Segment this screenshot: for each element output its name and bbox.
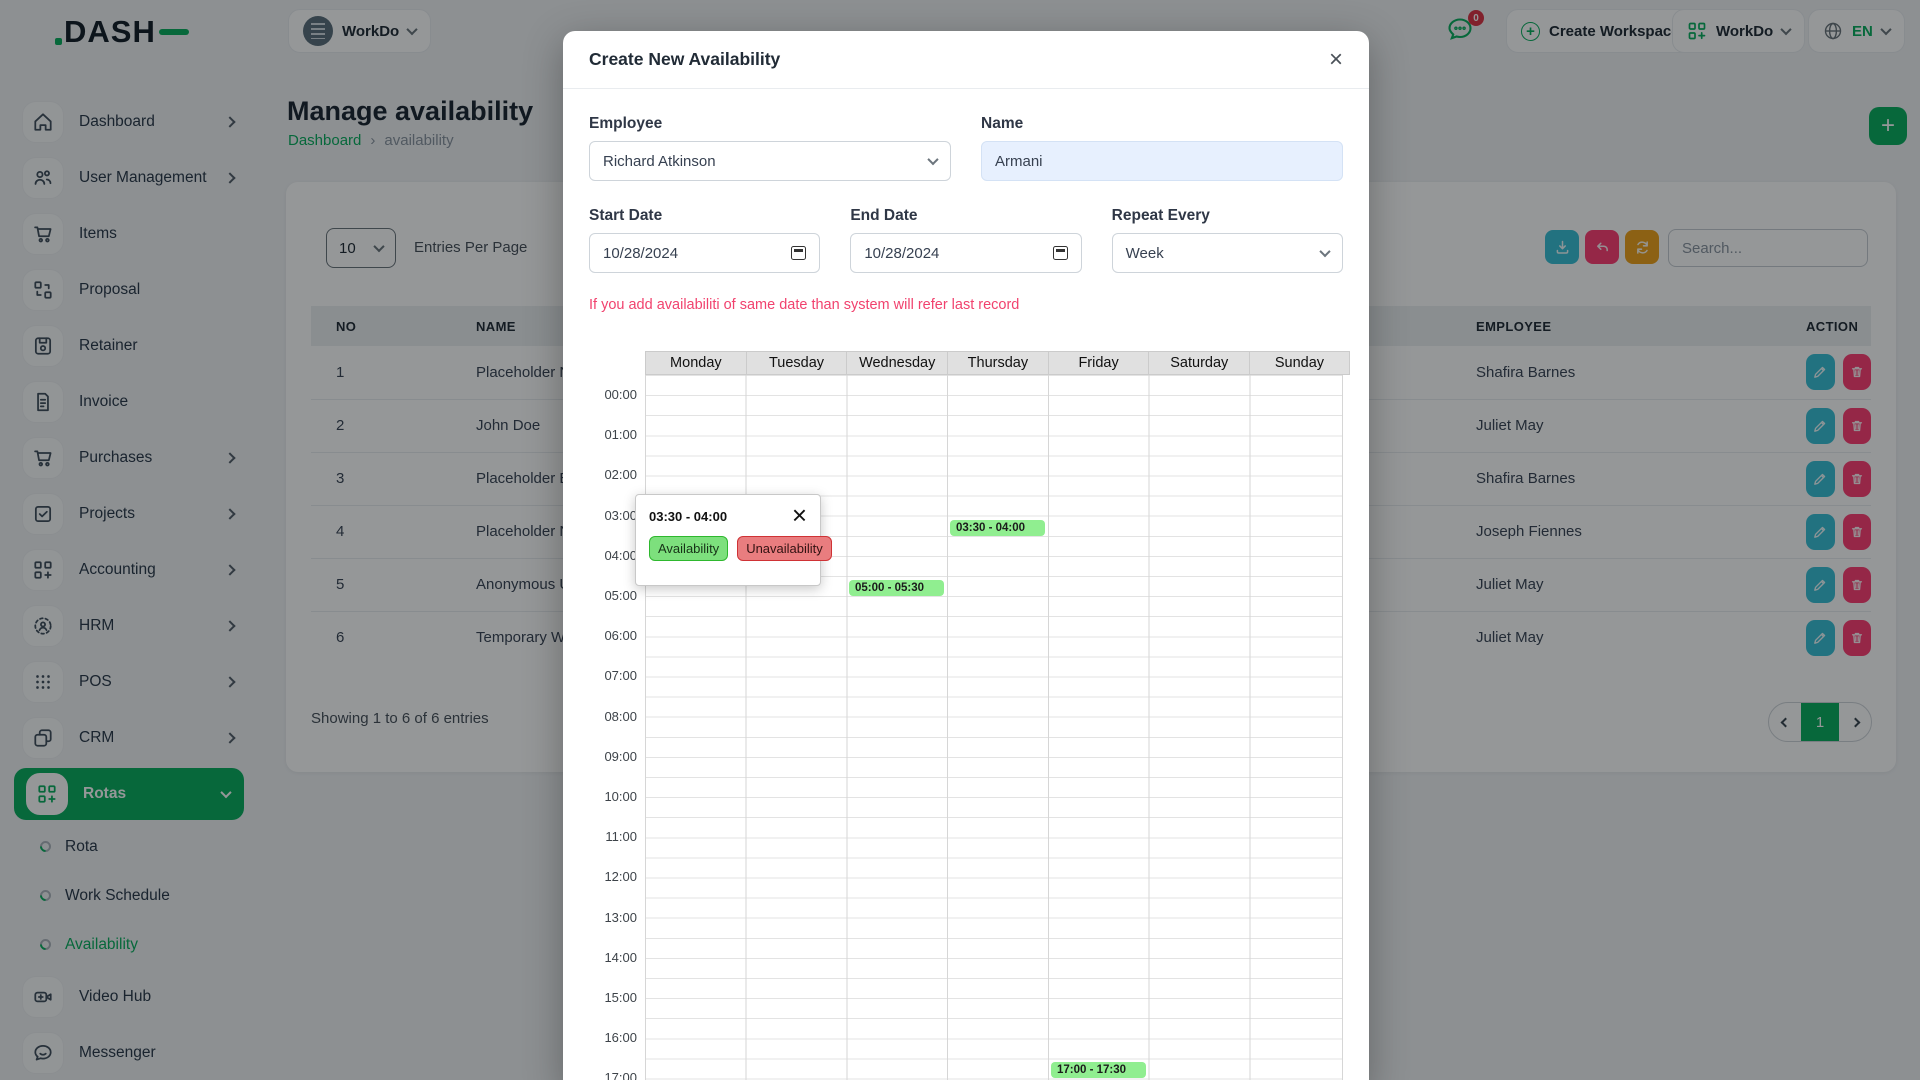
day-header-row: Monday Tuesday Wednesday Thursday Friday… (645, 351, 1343, 375)
time-label: 17:00 (589, 1069, 637, 1080)
time-label: 08:00 (589, 708, 637, 726)
availability-button[interactable]: Availability (649, 536, 728, 561)
time-label: 01:00 (589, 426, 637, 444)
start-date-input[interactable]: 10/28/2024 (589, 233, 820, 273)
time-label: 09:00 (589, 748, 637, 766)
day-header: Tuesday (746, 351, 847, 375)
week-schedule-grid: Monday Tuesday Wednesday Thursday Friday… (589, 351, 1343, 1080)
chevron-down-icon (927, 154, 938, 165)
day-header: Sunday (1249, 351, 1350, 375)
modal-body: Employee Richard Atkinson Name Start Dat… (563, 89, 1369, 1080)
time-label: 13:00 (589, 909, 637, 927)
chevron-down-icon (1319, 246, 1330, 257)
close-icon[interactable]: × (1329, 48, 1343, 72)
time-label: 02:00 (589, 466, 637, 484)
start-date-label: Start Date (589, 207, 820, 225)
end-date-input[interactable]: 10/28/2024 (850, 233, 1081, 273)
availability-event-chip[interactable]: 17:00 - 17:30 (1051, 1062, 1146, 1078)
availability-event-chip[interactable]: 03:30 - 04:00 (950, 520, 1045, 536)
repeat-every-select[interactable]: Week (1112, 233, 1343, 273)
time-label: 05:00 (589, 587, 637, 605)
time-label: 06:00 (589, 627, 637, 645)
day-header: Friday (1048, 351, 1149, 375)
same-date-warning: If you add availabiliti of same date tha… (589, 297, 1343, 313)
time-label: 15:00 (589, 989, 637, 1007)
employee-select[interactable]: Richard Atkinson (589, 141, 951, 181)
close-icon[interactable]: × (792, 506, 807, 524)
time-label: 03:00 (589, 507, 637, 525)
time-label: 07:00 (589, 667, 637, 685)
modal-title: Create New Availability (589, 49, 780, 70)
create-availability-modal: Create New Availability × Employee Richa… (563, 31, 1369, 1080)
time-label: 00:00 (589, 386, 637, 404)
time-label: 04:00 (589, 547, 637, 565)
unavailability-button[interactable]: Unavailability (737, 536, 832, 561)
day-header: Thursday (947, 351, 1048, 375)
schedule-body[interactable]: 03:30 - 04:00 05:00 - 05:30 17:00 - 17:3… (645, 375, 1343, 1080)
time-label: 11:00 (589, 828, 637, 846)
popover-time-range: 03:30 - 04:00 (649, 509, 727, 524)
slot-popover: 03:30 - 04:00 × Availability Unavailabil… (635, 494, 821, 586)
day-header: Saturday (1148, 351, 1249, 375)
modal-header: Create New Availability × (563, 31, 1369, 89)
repeat-every-label: Repeat Every (1112, 207, 1343, 225)
day-header: Monday (645, 351, 746, 375)
availability-event-chip[interactable]: 05:00 - 05:30 (849, 580, 944, 596)
time-label: 10:00 (589, 788, 637, 806)
end-date-label: End Date (850, 207, 1081, 225)
app-page: DASH WorkDo 0 + Create Workspace WorkDo … (0, 0, 1920, 1080)
calendar-icon (1053, 246, 1068, 260)
employee-label: Employee (589, 115, 951, 133)
time-label: 14:00 (589, 949, 637, 967)
name-label: Name (981, 115, 1343, 133)
calendar-icon (791, 246, 806, 260)
time-label: 16:00 (589, 1029, 637, 1047)
time-label: 12:00 (589, 868, 637, 886)
day-header: Wednesday (846, 351, 947, 375)
name-input[interactable] (981, 141, 1343, 181)
